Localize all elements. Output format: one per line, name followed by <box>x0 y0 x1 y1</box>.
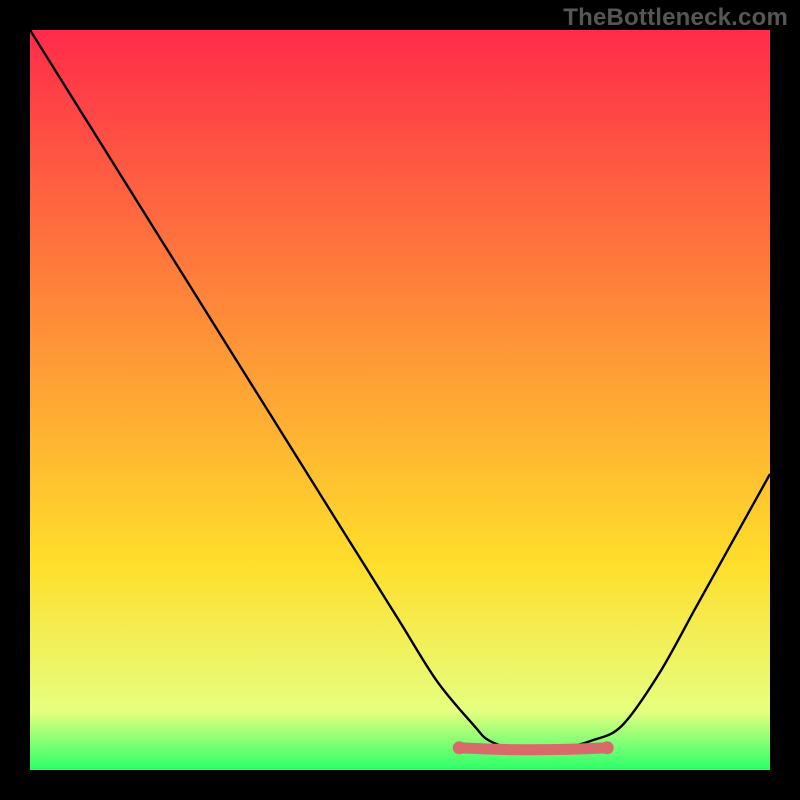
highlight-segment <box>459 748 607 750</box>
highlight-dot-right <box>601 741 614 754</box>
chart-svg <box>30 30 770 770</box>
gradient-background <box>30 30 770 770</box>
plot-area <box>30 30 770 770</box>
watermark-text: TheBottleneck.com <box>563 4 788 32</box>
highlight-dot-left <box>453 741 466 754</box>
chart-container: TheBottleneck.com <box>0 0 800 800</box>
